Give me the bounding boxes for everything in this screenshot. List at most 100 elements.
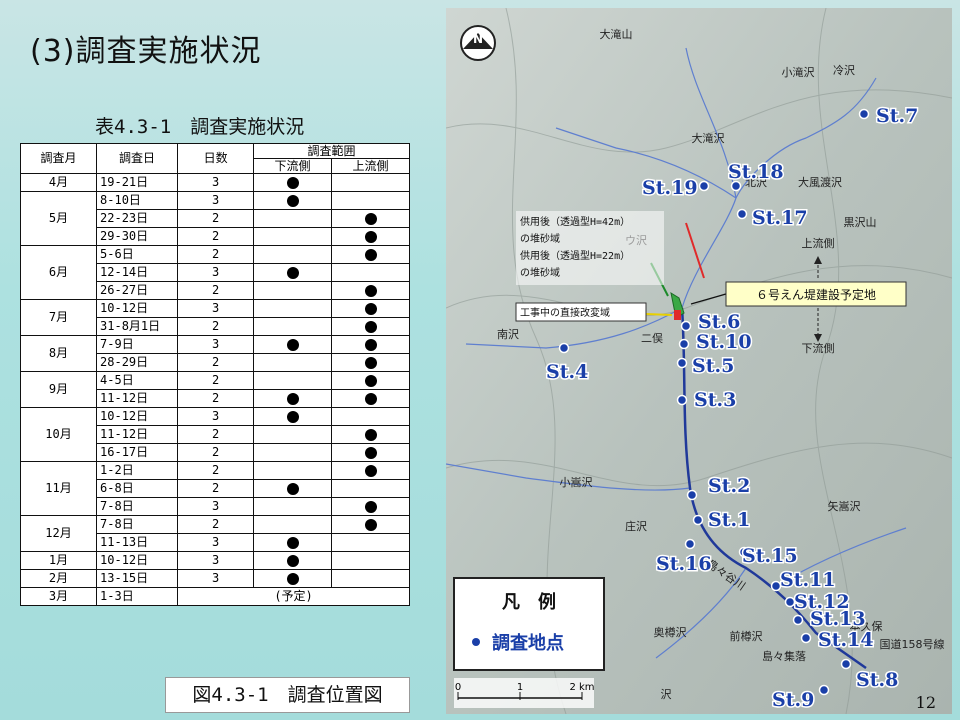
station-dot bbox=[692, 514, 704, 526]
cell-month: 4月 bbox=[19, 173, 98, 192]
cell-up bbox=[331, 191, 410, 210]
cell-down bbox=[253, 263, 333, 282]
slide-title: (3)調査実施状況 bbox=[30, 34, 262, 69]
station-label: St.10 bbox=[696, 331, 752, 353]
station-label: St.11 bbox=[780, 569, 836, 591]
station-label: St.6 bbox=[698, 311, 740, 333]
cell-days: 2 bbox=[177, 281, 255, 300]
survey-dot bbox=[364, 428, 377, 441]
place-label: 小滝沢 bbox=[782, 65, 815, 79]
cell-down bbox=[253, 569, 333, 588]
scale-1: 1 bbox=[517, 682, 523, 693]
cell-date: 12-14日 bbox=[96, 263, 179, 282]
cell-up bbox=[331, 245, 410, 264]
station-dot bbox=[800, 632, 812, 644]
annot-22-line1: 供用後（透過型H=22m） bbox=[520, 249, 630, 262]
survey-dot bbox=[364, 248, 377, 261]
cell-days: 2 bbox=[177, 389, 255, 408]
annot-construction: 工事中の直接改変域 bbox=[520, 306, 610, 319]
cell-down bbox=[253, 227, 333, 246]
station-dot bbox=[698, 180, 710, 192]
map-legend: 凡 例 調査地点 bbox=[453, 577, 605, 671]
station-label: St.16 bbox=[656, 553, 712, 575]
cell-up bbox=[331, 425, 410, 444]
cell-date: 10-12日 bbox=[96, 551, 179, 570]
cell-days: 2 bbox=[177, 209, 255, 228]
dam-site-label: ６号えん堤建設予定地 bbox=[756, 287, 876, 302]
station-label: St.19 bbox=[642, 177, 698, 199]
table-row: 2月 13-15日 3 bbox=[19, 569, 410, 588]
cell-days: 2 bbox=[177, 461, 255, 480]
legend-item: 調査地点 bbox=[492, 632, 564, 654]
survey-dot bbox=[364, 284, 377, 297]
cell-down bbox=[253, 191, 333, 210]
cell-days: 3 bbox=[177, 299, 255, 318]
station-dot bbox=[736, 208, 748, 220]
survey-table: 調査月 調査日 日数 調査範囲 下流側 上流側 4月 19-21日 3 5月 8-10日… bbox=[19, 143, 410, 606]
station-dot bbox=[792, 614, 804, 626]
cell-date: 5-6日 bbox=[96, 245, 179, 264]
survey-dot bbox=[364, 392, 377, 405]
cell-days: 3 bbox=[177, 407, 255, 426]
legend-title: 凡 例 bbox=[502, 591, 556, 613]
cell-month: 10月 bbox=[19, 407, 98, 462]
place-label: 国道158号線 bbox=[880, 637, 945, 651]
survey-dot bbox=[364, 518, 377, 531]
cell-days: 2 bbox=[177, 353, 255, 372]
annot-22-line2: の堆砂域 bbox=[520, 266, 560, 279]
survey-dot bbox=[286, 392, 299, 405]
station-label: St.15 bbox=[742, 545, 798, 567]
station-dot bbox=[676, 357, 688, 369]
cell-down bbox=[253, 515, 333, 534]
station-label: St.9 bbox=[772, 689, 814, 711]
table-row: 12月 7-8日 2 bbox=[19, 515, 410, 552]
cell-up bbox=[331, 281, 410, 300]
cell-down bbox=[253, 551, 333, 570]
header-month: 調査月 bbox=[19, 143, 98, 174]
cell-up bbox=[331, 317, 410, 336]
cell-month: 8月 bbox=[19, 335, 98, 372]
table-row: 9月 4-5日 2 bbox=[19, 371, 410, 408]
cell-date: 7-9日 bbox=[96, 335, 179, 354]
place-label: 小嵩沢 bbox=[560, 475, 593, 489]
cell-down bbox=[253, 479, 333, 498]
table-row: 10月 10-12日 3 bbox=[19, 407, 410, 462]
cell-down bbox=[253, 443, 333, 462]
cell-up bbox=[331, 227, 410, 246]
scale-bar: 0 1 2 km bbox=[454, 678, 595, 708]
survey-dot bbox=[364, 212, 377, 225]
station-dot bbox=[558, 342, 570, 354]
scale-2: 2 km bbox=[569, 682, 594, 693]
survey-dot bbox=[364, 338, 377, 351]
cell-days: 3 bbox=[177, 263, 255, 282]
cell-up bbox=[331, 497, 410, 516]
cell-up bbox=[331, 335, 410, 354]
table-row: 3月 1-3日 (予定) bbox=[19, 587, 410, 606]
survey-dot bbox=[364, 230, 377, 243]
cell-date: 1-2日 bbox=[96, 461, 179, 480]
header-up: 上流側 bbox=[331, 158, 410, 174]
cell-date: 7-8日 bbox=[96, 497, 179, 516]
cell-date: 8-10日 bbox=[96, 191, 179, 210]
cell-date: 7-8日 bbox=[96, 515, 179, 534]
cell-month: 7月 bbox=[19, 299, 98, 336]
cell-down bbox=[253, 353, 333, 372]
station-dot bbox=[684, 538, 696, 550]
cell-down bbox=[253, 299, 333, 318]
cell-down bbox=[253, 533, 333, 552]
table-row: 4月 19-21日 3 bbox=[19, 173, 410, 192]
cell-days: 2 bbox=[177, 425, 255, 444]
cell-month: 9月 bbox=[19, 371, 98, 408]
header-days: 日数 bbox=[177, 143, 255, 174]
table-caption: 表4.3-1 調査実施状況 bbox=[95, 116, 305, 138]
station-dot bbox=[858, 108, 870, 120]
cell-date: 1-3日 bbox=[96, 587, 179, 606]
table-body: 4月 19-21日 3 5月 8-10日 3 22-23日 2 29-30日 2 6月 5-6日 2 12… bbox=[19, 173, 410, 606]
cell-up bbox=[331, 263, 410, 282]
cell-up bbox=[331, 299, 410, 318]
cell-date: 4-5日 bbox=[96, 371, 179, 390]
cell-days: 3 bbox=[177, 173, 255, 192]
cell-date: 29-30日 bbox=[96, 227, 179, 246]
survey-dot bbox=[364, 320, 377, 333]
station-label: St.17 bbox=[752, 207, 808, 229]
